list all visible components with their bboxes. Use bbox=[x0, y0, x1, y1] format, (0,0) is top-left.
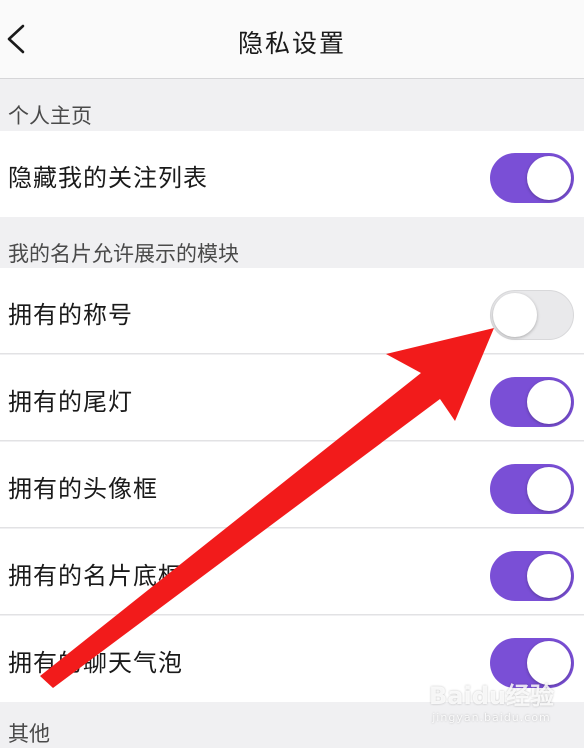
toggle-switch-hide-following[interactable] bbox=[490, 153, 574, 203]
toggle-switch-card-frames[interactable] bbox=[490, 551, 574, 601]
toggle-knob bbox=[527, 467, 571, 511]
section-header-card-modules: 我的名片允许展示的模块 bbox=[8, 242, 239, 266]
setting-row-hide-following: 隐藏我的关注列表 bbox=[0, 131, 584, 217]
setting-label: 拥有的头像框 bbox=[8, 475, 158, 503]
setting-row-tail-lights: 拥有的尾灯 bbox=[0, 355, 584, 441]
toggle-knob bbox=[527, 554, 571, 598]
toggle-knob bbox=[527, 380, 571, 424]
setting-row-card-frames: 拥有的名片底框 bbox=[0, 529, 584, 615]
toggle-switch-avatar-frames[interactable] bbox=[490, 464, 574, 514]
setting-row-avatar-frames: 拥有的头像框 bbox=[0, 442, 584, 528]
setting-label: 拥有的尾灯 bbox=[8, 388, 133, 416]
toggle-switch-titles[interactable] bbox=[490, 290, 574, 340]
setting-label: 拥有的名片底框 bbox=[8, 562, 183, 590]
setting-row-titles: 拥有的称号 bbox=[0, 268, 584, 354]
page-title: 隐私设置 bbox=[237, 29, 346, 58]
watermark-text: Baidu经验 bbox=[429, 682, 554, 710]
setting-label: 拥有的称号 bbox=[8, 301, 133, 329]
toggle-switch-tail-lights[interactable] bbox=[490, 377, 574, 427]
section-header-personal: 个人主页 bbox=[8, 104, 92, 128]
toggle-knob bbox=[527, 156, 571, 200]
setting-label: 隐藏我的关注列表 bbox=[8, 164, 208, 192]
watermark-subtext: jingyan.baidu.com bbox=[432, 711, 551, 724]
setting-label: 拥有的聊天气泡 bbox=[8, 649, 183, 677]
nav-bar: 隐私设置 bbox=[0, 0, 584, 79]
baidu-watermark: Baidu经验 jingyan.baidu.com bbox=[429, 676, 554, 724]
toggle-knob bbox=[493, 293, 537, 337]
